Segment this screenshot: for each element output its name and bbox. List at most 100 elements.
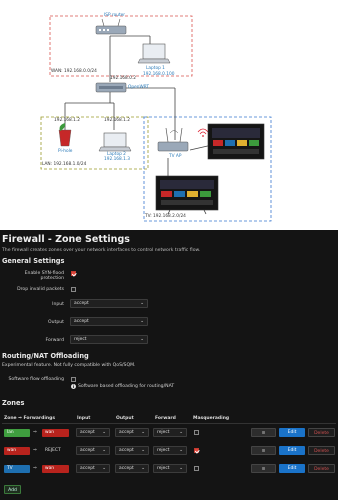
masquerading-checkbox[interactable] [194,466,199,471]
chevron-down-icon: ⌄ [140,301,144,306]
add-zone-button[interactable]: Add [4,485,21,494]
pihole-label: Pi-hole [58,149,73,154]
tv-access-point-icon [157,127,189,152]
isp-router-icon [95,18,127,35]
forward-arrow-icon: ⇒ [33,466,37,471]
chevron-down-icon: ⌄ [141,466,145,471]
laptop-1-ip: 192.168.0.100 [143,72,175,77]
row-forward-value: reject [157,430,170,435]
chevron-down-icon: ⌄ [140,337,144,342]
row-input-value: accept [80,466,95,471]
syn-flood-label: Enable SYN-flood protection [24,271,64,281]
laptop-1-label: Laptop 1 [146,66,165,71]
pihole-ip: 192.168.1.2 [54,118,80,123]
laptop-2-icon [98,132,132,152]
forward-select[interactable]: reject ⌄ [70,335,148,344]
delete-button[interactable]: Delete [308,446,335,455]
row-forward-value: reject [157,466,170,471]
wifi-icon [197,128,209,137]
chevron-down-icon: ⌄ [102,430,106,435]
output-select-value: accept [74,319,89,324]
output-select[interactable]: accept ⌄ [70,317,148,326]
forward-select-value: reject [74,337,87,342]
software-offloading-note: Software based offloading for routing/NA… [78,384,175,389]
isp-router-label: ISP router [104,13,126,18]
zone-badge: wan [4,447,30,455]
zone-badge: TV [4,465,30,473]
forward-arrow-icon: ⇒ [33,448,37,453]
chevron-down-icon: ⌄ [141,430,145,435]
openwrt-label: OpenWRT [128,85,150,90]
forward-label: Forward [45,338,64,343]
edit-button[interactable]: Edit [279,446,305,455]
general-settings-heading: General Settings [2,257,65,265]
masquerading-checkbox[interactable] [194,448,199,453]
drag-handle-button[interactable]: ≡ [251,446,276,455]
laptop-1-icon [137,43,171,64]
drag-handle-button[interactable]: ≡ [251,464,276,473]
forward-target-badge: wan [42,429,69,437]
wan-zone-label: WAN: 192.168.0.0/24 [51,69,97,74]
input-select[interactable]: accept ⌄ [70,299,148,308]
row-output-select[interactable]: accept ⌄ [115,446,149,455]
tv-2-icon [155,175,219,215]
software-flow-offloading-checkbox[interactable] [71,377,76,382]
row-input-value: accept [80,430,95,435]
row-input-value: accept [80,448,95,453]
input-select-value: accept [74,301,89,306]
forward-target-badge: wan [42,465,69,473]
zone-badge: lan [4,429,30,437]
delete-button[interactable]: Delete [308,428,335,437]
col-header-input: Input [77,416,91,421]
drop-invalid-checkbox[interactable] [71,287,76,292]
edit-button[interactable]: Edit [279,428,305,437]
col-header-output: Output [116,416,134,421]
row-output-value: accept [119,448,134,453]
laptop-2-ip-top: 192.168.1.2 [104,118,130,123]
row-output-value: accept [119,466,134,471]
row-input-select[interactable]: accept ⌄ [76,446,110,455]
edit-button[interactable]: Edit [279,464,305,473]
row-output-select[interactable]: accept ⌄ [115,464,149,473]
network-diagram: ISP router Laptop 1 192.168.0.100 WAN: 1… [0,0,338,228]
row-output-select[interactable]: accept ⌄ [115,428,149,437]
routing-offloading-heading: Routing/NAT Offloading [2,352,89,360]
diagram-canvas [40,15,272,222]
col-header-masquerading: Masquerading [193,416,230,421]
routing-offloading-desc: Experimental feature. Not fully compatib… [2,363,136,368]
row-forward-select[interactable]: reject ⌄ [153,428,187,437]
input-label: Input [52,302,64,307]
chevron-down-icon: ⌄ [179,430,183,435]
chevron-down-icon: ⌄ [141,448,145,453]
chevron-down-icon: ⌄ [140,319,144,324]
drag-handle-button[interactable]: ≡ [251,428,276,437]
chevron-down-icon: ⌄ [179,448,183,453]
forward-target-text: REJECT [45,448,61,453]
row-input-select[interactable]: accept ⌄ [76,428,110,437]
masquerading-checkbox[interactable] [194,430,199,435]
info-icon: i [71,384,76,389]
software-flow-offloading-label: Software flow offloading [8,377,64,382]
table-divider [2,423,336,424]
chevron-down-icon: ⌄ [179,466,183,471]
laptop-2-ip: 192.168.1.3 [104,157,130,162]
delete-button[interactable]: Delete [308,464,335,473]
tv-zone-label: TV: 192.168.2.0/24 [145,214,186,219]
col-header-forwardings: Zone ⇒ Forwardings [4,416,55,421]
row-forward-select[interactable]: reject ⌄ [153,446,187,455]
zones-heading: Zones [2,399,25,407]
row-output-value: accept [119,430,134,435]
openwrt-ip: 192.168.0.2 [110,76,136,81]
row-forward-select[interactable]: reject ⌄ [153,464,187,473]
row-forward-value: reject [157,448,170,453]
row-input-select[interactable]: accept ⌄ [76,464,110,473]
chevron-down-icon: ⌄ [102,466,106,471]
tv-1-icon [207,123,265,160]
tv-ap-label: TV AP [169,154,182,159]
lan-zone-label: LAN: 192.168.1.0/24 [42,162,87,167]
firewall-panel: Firewall - Zone Settings The firewall cr… [0,230,338,500]
forward-arrow-icon: ⇒ [33,430,37,435]
syn-flood-checkbox[interactable] [71,271,76,276]
output-label: Output [48,320,64,325]
wan-zone-box [49,15,193,77]
